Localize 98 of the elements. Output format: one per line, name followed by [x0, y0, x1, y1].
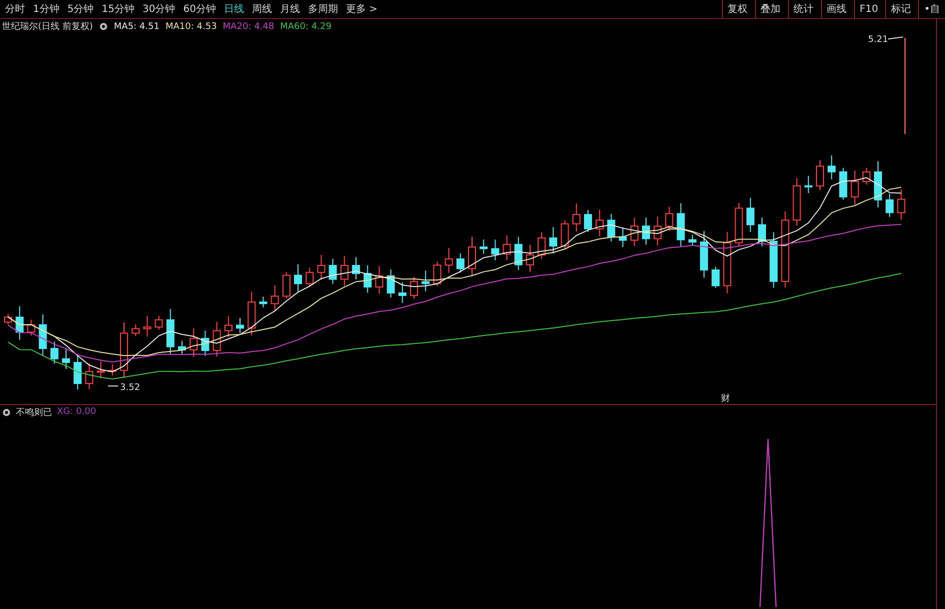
- candle: [352, 256, 360, 280]
- candle: [792, 178, 801, 226]
- candle: [85, 363, 94, 390]
- candle: [364, 264, 372, 294]
- candle: [862, 167, 870, 185]
- candle: [108, 364, 116, 376]
- candle: [328, 258, 337, 284]
- candle: [712, 266, 720, 288]
- period-tab[interactable]: 周线: [248, 2, 275, 16]
- candle: [468, 236, 476, 276]
- period-tab[interactable]: 5分钟: [64, 2, 97, 16]
- period-tab[interactable]: 1分钟: [30, 2, 62, 16]
- candle: [154, 315, 163, 330]
- candle: [74, 353, 82, 390]
- candle: [886, 193, 894, 218]
- candle: [398, 282, 406, 304]
- candle: [746, 197, 754, 232]
- candle: [38, 314, 47, 356]
- candle: [514, 236, 522, 271]
- candle: [248, 291, 256, 336]
- candle: [456, 252, 464, 274]
- period-tab[interactable]: 15分钟: [98, 2, 138, 16]
- candle: [444, 248, 453, 274]
- candle: [850, 170, 859, 206]
- candle: [491, 239, 500, 261]
- candle: [549, 226, 558, 254]
- candle: [422, 270, 430, 292]
- period-tab[interactable]: 分时: [2, 2, 28, 16]
- event-marker: 财: [721, 394, 730, 404]
- candle: [816, 160, 824, 191]
- period-tab[interactable]: 月线: [276, 2, 303, 16]
- candle: [270, 284, 279, 312]
- candle: [480, 239, 488, 254]
- indicator-value: XG: 0.00: [57, 407, 96, 417]
- candle: [734, 202, 743, 247]
- candle: [16, 306, 24, 340]
- candle: [294, 264, 302, 292]
- candle: [502, 234, 511, 261]
- settings-icon[interactable]: [98, 22, 108, 31]
- candle: [665, 206, 674, 232]
- candle: [96, 360, 105, 379]
- candle: [259, 296, 268, 308]
- candle: [688, 234, 696, 246]
- candle: [723, 231, 732, 294]
- period-tab[interactable]: 更多 >: [342, 2, 381, 16]
- candle: [410, 276, 418, 300]
- candle: [143, 316, 152, 337]
- candle: [596, 209, 604, 237]
- candle: [804, 175, 812, 194]
- chart-title: 世纪瑞尔(日线 前复权): [2, 20, 93, 33]
- candle: [27, 319, 36, 336]
- candle: [572, 203, 580, 232]
- candle: [538, 232, 546, 260]
- candle: [282, 271, 290, 299]
- candle: [178, 340, 186, 354]
- settings-icon[interactable]: [2, 408, 11, 416]
- candle: [560, 220, 569, 250]
- indicator-name: 不鸣则已: [16, 406, 52, 418]
- moving-average-value: MA10: 4.53: [165, 22, 217, 32]
- candle: [828, 154, 836, 180]
- candle: [317, 254, 326, 280]
- candle: [306, 267, 314, 288]
- period-tab[interactable]: 日线: [220, 2, 247, 16]
- candle: [642, 217, 650, 246]
- candle: [4, 314, 12, 325]
- candle: [700, 230, 708, 278]
- candle: [50, 341, 58, 364]
- candle: [62, 348, 70, 370]
- candle: [618, 226, 627, 248]
- candle: [607, 213, 616, 242]
- moving-average-value: MA5: 4.51: [114, 22, 160, 32]
- candle: [654, 216, 662, 246]
- candle: [630, 217, 638, 246]
- moving-average-value: MA20: 4.48: [222, 22, 274, 32]
- candle: [676, 202, 685, 248]
- candle: [190, 328, 198, 358]
- candle: [526, 244, 534, 272]
- candle: [584, 210, 592, 232]
- period-tab[interactable]: 60分钟: [180, 2, 219, 16]
- candle: [386, 268, 395, 298]
- period-tab[interactable]: 30分钟: [139, 2, 178, 16]
- candle: [433, 261, 442, 287]
- candle: [236, 318, 244, 334]
- candle: [132, 324, 140, 337]
- period-tab[interactable]: 多周期: [304, 2, 341, 16]
- candle: [874, 160, 882, 208]
- moving-average-value: MA60: 4.29: [280, 22, 332, 32]
- candle: [758, 217, 766, 247]
- candle: [166, 308, 174, 355]
- candle: [839, 167, 848, 200]
- candle: [897, 188, 906, 220]
- candle: [212, 321, 221, 358]
- candle: [770, 232, 778, 288]
- candle: [375, 266, 384, 294]
- candle: [340, 255, 348, 286]
- candle: [120, 322, 128, 378]
- candle: [224, 316, 232, 338]
- candle: [201, 330, 210, 356]
